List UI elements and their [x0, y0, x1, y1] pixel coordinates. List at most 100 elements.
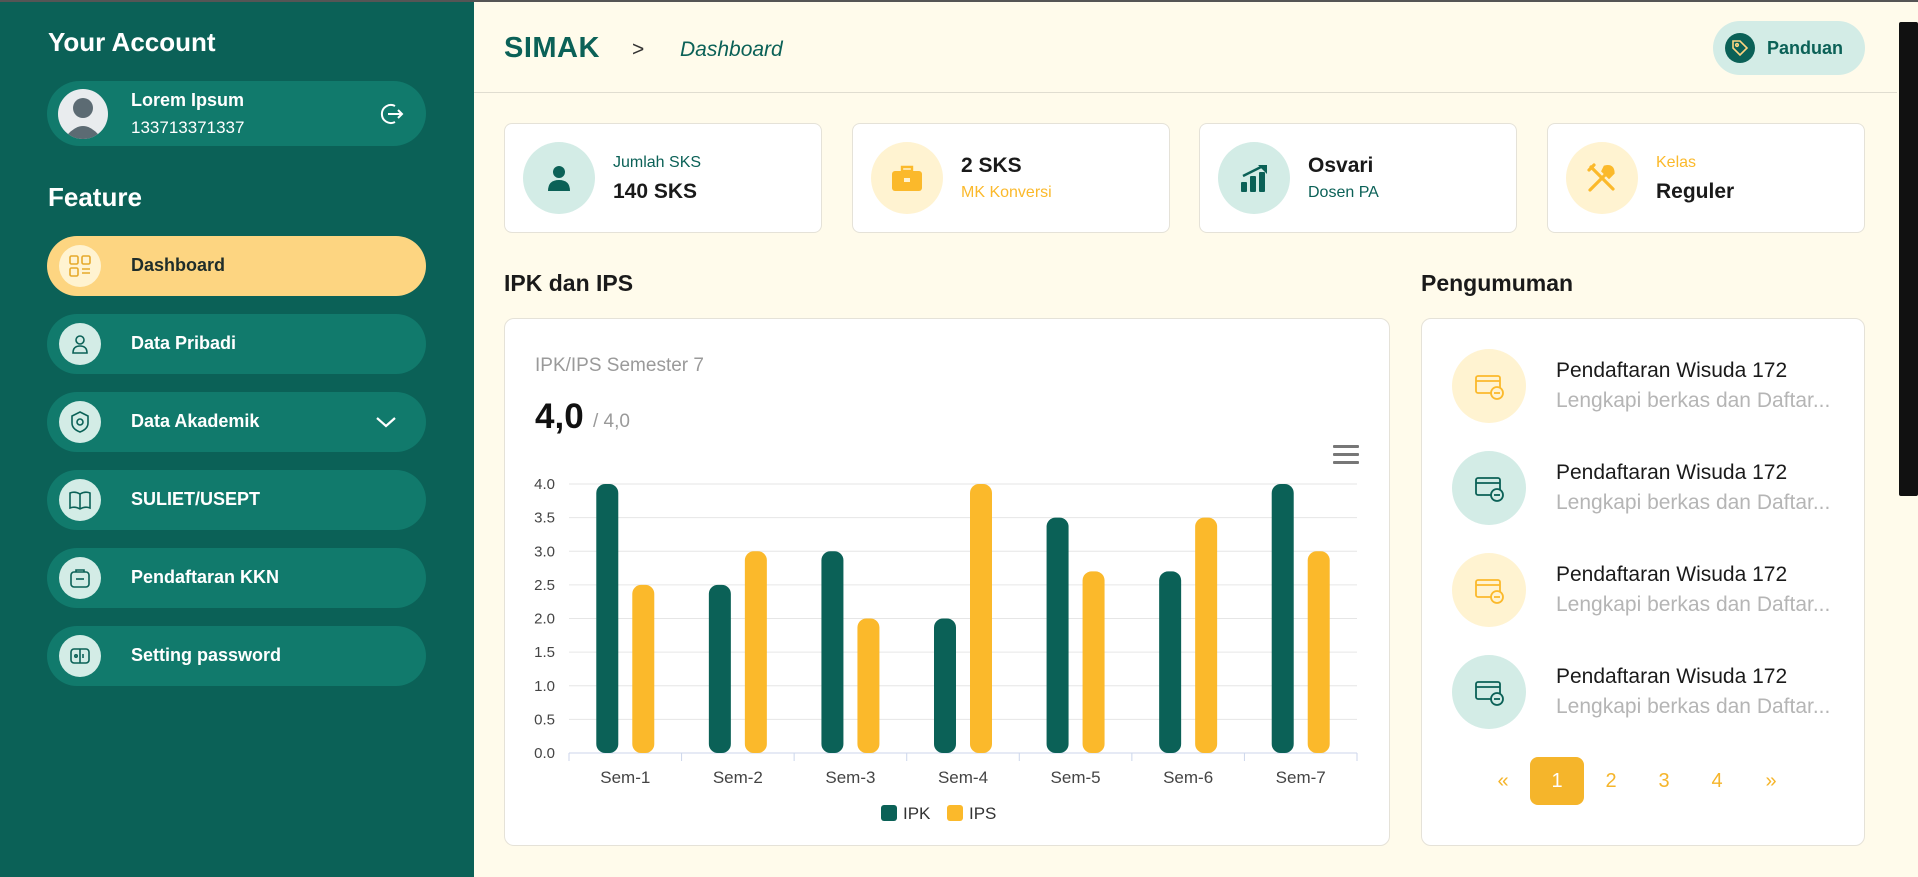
announcement-item[interactable]: Pendaftaran Wisuda 172 Lengkapi berkas d…	[1452, 655, 1852, 729]
stat-label: Dosen PA	[1308, 184, 1379, 201]
guide-button[interactable]: Panduan	[1713, 21, 1865, 75]
legend-swatch-ipk	[881, 805, 897, 821]
y-tick-label: 1.5	[534, 644, 555, 661]
sidebar-item-suliet-usept[interactable]: SULIET/USEPT	[47, 470, 426, 530]
announcement-card: Pendaftaran Wisuda 172 Lengkapi berkas d…	[1421, 318, 1865, 846]
y-tick-label: 3.5	[534, 510, 555, 527]
stat-value: 140 SKS	[613, 180, 698, 203]
brand-title[interactable]: SIMAK	[504, 32, 600, 65]
sidebar-item-label: Data Pribadi	[131, 333, 237, 353]
announcement-desc: Lengkapi berkas dan Daftar...	[1556, 695, 1831, 718]
announcement-item[interactable]: Pendaftaran Wisuda 172 Lengkapi berkas d…	[1452, 349, 1852, 423]
logout-icon[interactable]	[378, 100, 406, 128]
announcement-desc: Lengkapi berkas dan Daftar...	[1556, 389, 1831, 412]
announcement-title: Pendaftaran Wisuda 172	[1556, 665, 1788, 688]
sidebar-item-data-akademik[interactable]: Data Akademik	[47, 392, 426, 452]
payment-card-icon	[1452, 553, 1526, 627]
tools-icon	[1566, 142, 1638, 214]
announcement-title: Pendaftaran Wisuda 172	[1556, 461, 1788, 484]
x-tick-label: Sem-5	[1051, 768, 1101, 787]
sidebar-item-data-pribadi[interactable]: Data Pribadi	[47, 314, 426, 374]
book-icon	[59, 479, 101, 521]
stat-card-kelas: Kelas Reguler	[1547, 123, 1865, 233]
y-tick-label: 3.0	[534, 543, 555, 560]
sidebar: Your Account Lorem Ipsum 133713371337 Fe…	[0, 0, 474, 877]
sidebar-item-label: Setting password	[131, 645, 282, 665]
legend-label-ips: IPS	[969, 804, 996, 823]
account-id: 133713371337	[131, 118, 245, 137]
sidebar-item-pendaftaran-kkn[interactable]: Pendaftaran KKN	[47, 548, 426, 608]
bar-ipk-sem-7	[1271, 484, 1294, 753]
sidebar-item-label: SULIET/USEPT	[131, 489, 261, 509]
legend-swatch-ips	[947, 805, 963, 821]
bar-ipk-sem-6	[1159, 571, 1182, 753]
x-tick-label: Sem-6	[1163, 768, 1213, 787]
announcement-desc: Lengkapi berkas dan Daftar...	[1556, 593, 1831, 616]
user-icon	[523, 142, 595, 214]
stat-card-konversi: 2 SKS MK Konversi	[852, 123, 1170, 233]
stat-value: 2 SKS	[961, 154, 1022, 177]
stat-label: MK Konversi	[961, 184, 1052, 201]
bar-ips-sem-7	[1307, 551, 1330, 753]
stat-card-sks: Jumlah SKS 140 SKS	[504, 123, 822, 233]
bar-ipk-sem-2	[708, 584, 731, 753]
y-tick-label: 2.0	[534, 611, 555, 628]
pagination-page-2[interactable]: 2	[1584, 757, 1638, 805]
user-icon	[59, 323, 101, 365]
chart-card: IPK/IPS Semester 7 4,0 / 4,0 0.0 0.5 1.0 1.…	[504, 318, 1390, 846]
bar-ips-sem-6	[1195, 517, 1218, 753]
tag-icon	[1725, 33, 1755, 63]
payment-card-icon	[1452, 451, 1526, 525]
guide-button-label: Panduan	[1767, 38, 1844, 58]
x-tick-label: Sem-1	[600, 768, 650, 787]
payment-card-icon	[1452, 349, 1526, 423]
pagination-page-4[interactable]: 4	[1690, 757, 1744, 805]
payment-card-icon	[1452, 655, 1526, 729]
bar-chart: 0.0 0.5 1.0 1.5 2.0 2.5 3.0 3.5 4.0 Sem-1 Sem-2 Sem…	[534, 476, 1358, 823]
bar-ips-sem-3	[857, 618, 880, 753]
y-tick-label: 2.5	[534, 577, 555, 594]
pagination: « 1 2 3 4 »	[1476, 757, 1836, 807]
sidebar-item-setting-password[interactable]: Setting password	[47, 626, 426, 686]
briefcase-icon	[871, 142, 943, 214]
breadcrumb-separator: >	[632, 38, 645, 61]
y-tick-label: 1.0	[534, 678, 555, 695]
top-border-line	[0, 0, 1918, 2]
y-tick-label: 4.0	[534, 476, 555, 493]
stat-card-dosen: Osvari Dosen PA	[1199, 123, 1517, 233]
bag-icon	[59, 557, 101, 599]
ipk-section-title: IPK dan IPS	[504, 270, 634, 296]
announcement-title: Pendaftaran Wisuda 172	[1556, 563, 1788, 586]
top-header: SIMAK > Dashboard Panduan	[474, 2, 1918, 93]
bar-ips-sem-2	[744, 551, 767, 753]
account-card: Lorem Ipsum 133713371337	[47, 81, 426, 146]
bar-ipk-sem-3	[821, 551, 844, 753]
stat-label: Jumlah SKS	[613, 154, 702, 171]
scrollbar-thumb[interactable]	[1899, 22, 1918, 496]
sidebar-item-dashboard[interactable]: Dashboard	[47, 236, 426, 296]
x-tick-label: Sem-4	[938, 768, 988, 787]
bar-ipk-sem-1	[596, 484, 619, 753]
bar-ips-sem-4	[970, 484, 992, 753]
legend-label-ipk: IPK	[903, 804, 931, 823]
academic-lock-icon	[59, 401, 101, 443]
stat-label: Kelas	[1656, 154, 1697, 171]
announcement-item[interactable]: Pendaftaran Wisuda 172 Lengkapi berkas d…	[1452, 553, 1852, 627]
sidebar-item-label: Data Akademik	[131, 411, 260, 431]
bar-ips-sem-5	[1082, 571, 1105, 753]
sidebar-item-label: Pendaftaran KKN	[131, 567, 280, 587]
pagination-prev[interactable]: «	[1476, 757, 1530, 805]
bar-ips-sem-1	[632, 584, 655, 753]
x-tick-label: Sem-3	[825, 768, 875, 787]
stat-value: Osvari	[1308, 154, 1374, 177]
y-tick-label: 0.0	[534, 745, 555, 762]
chevron-down-icon[interactable]	[373, 409, 399, 435]
pagination-next[interactable]: »	[1744, 757, 1798, 805]
page-scrollbar[interactable]	[1897, 0, 1918, 877]
announcement-item[interactable]: Pendaftaran Wisuda 172 Lengkapi berkas d…	[1452, 451, 1852, 525]
x-tick-label: Sem-2	[713, 768, 763, 787]
pagination-page-3[interactable]: 3	[1637, 757, 1691, 805]
pagination-page-1[interactable]: 1	[1530, 757, 1584, 805]
account-name: Lorem Ipsum	[131, 90, 245, 110]
announcement-section-title: Pengumuman	[1421, 270, 1574, 296]
